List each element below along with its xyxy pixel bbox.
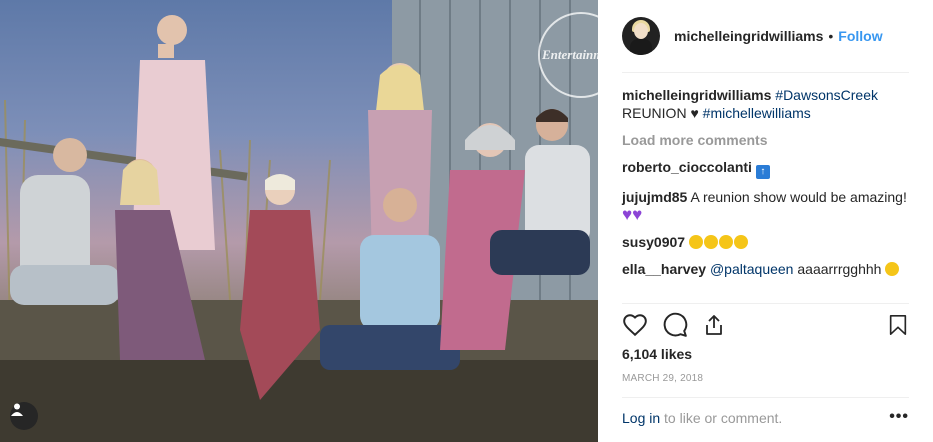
share-icon[interactable] (702, 312, 726, 338)
list-item: jujujmd85 A reunion show would be amazin… (622, 188, 913, 224)
likes-count[interactable]: 6,104 likes (622, 346, 692, 362)
comment-username[interactable]: roberto_cioccolanti (622, 159, 752, 175)
purple-heart-icon: ♥♥ (622, 205, 643, 224)
user-tag-button[interactable] (10, 402, 38, 430)
list-item: susy0907 (622, 233, 913, 251)
comments-section: michelleingridwilliams #DawsonsCreek REU… (622, 86, 913, 287)
login-prompt-text: to like or comment. (664, 410, 783, 426)
stamp-label: Entertainment (541, 47, 598, 62)
comment-username[interactable]: ella__harvey (622, 261, 706, 277)
list-item: ella__harvey @paltaqueen aaaarrrgghhh (622, 260, 913, 278)
login-link[interactable]: Log in (622, 410, 660, 426)
post-side-panel: michelleingridwilliams • Follow michelle… (598, 0, 933, 442)
hashtag-dawsonscreek[interactable]: #DawsonsCreek (775, 87, 878, 103)
divider (622, 397, 909, 398)
cast-illustration (0, 0, 598, 442)
follow-button[interactable]: Follow (838, 28, 882, 44)
login-prompt: Log in to like or comment. ••• (622, 408, 909, 426)
caption-username[interactable]: michelleingridwilliams (622, 87, 771, 103)
scream-emoji-icon (885, 262, 900, 276)
divider (622, 303, 909, 304)
mention-paltaqueen[interactable]: @paltaqueen (710, 261, 794, 277)
comment-username[interactable]: susy0907 (622, 234, 685, 250)
bookmark-icon[interactable] (887, 312, 909, 338)
user-tag-icon (11, 403, 23, 416)
star-eyes-emoji-icon (688, 234, 749, 250)
avatar[interactable] (622, 17, 660, 55)
action-bar (622, 312, 909, 340)
divider (622, 72, 909, 73)
comment-text: aaaarrrgghhh (797, 261, 882, 277)
comment-username[interactable]: jujujmd85 (622, 189, 687, 205)
caption: michelleingridwilliams #DawsonsCreek REU… (622, 86, 913, 122)
load-more-comments-button[interactable]: Load more comments (622, 131, 913, 149)
comment-icon[interactable] (662, 312, 688, 338)
comment-text: A reunion show would be amazing! (690, 189, 907, 205)
heart-icon[interactable] (622, 312, 648, 338)
hashtag-michellewilliams[interactable]: #michellewilliams (703, 105, 811, 121)
top-arrow-emoji-icon: ↑ (755, 165, 770, 179)
header-username[interactable]: michelleingridwilliams (674, 28, 823, 44)
post-date[interactable]: MARCH 29, 2018 (622, 373, 703, 384)
caption-text: REUNION ♥ (622, 105, 699, 121)
header-separator: • (828, 28, 834, 44)
post-header: michelleingridwilliams • Follow (622, 14, 909, 58)
post-photo[interactable]: Entertainment (0, 0, 598, 442)
more-options-icon[interactable]: ••• (889, 408, 909, 426)
list-item: roberto_cioccolanti ↑ (622, 158, 913, 179)
